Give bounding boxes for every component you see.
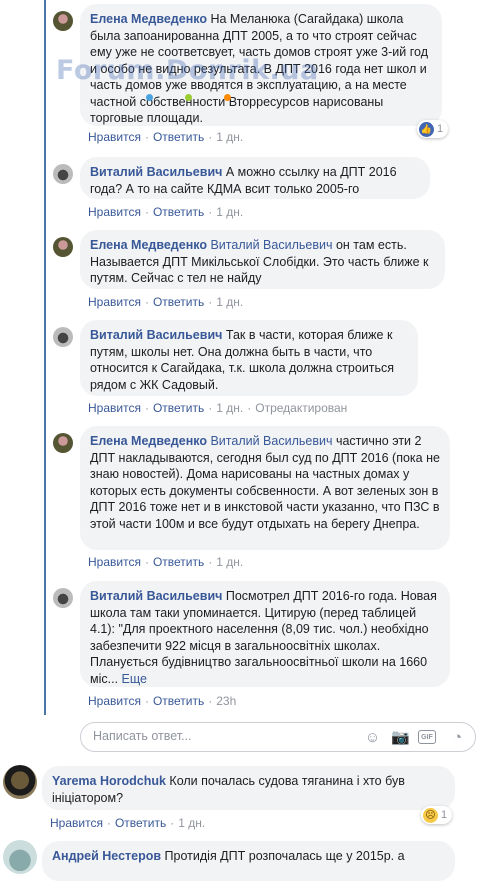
reply-link[interactable]: Ответить	[153, 555, 204, 569]
see-more-link[interactable]: Еще	[122, 672, 147, 686]
comment-text: На Меланюка (Сагайдака) школа была запоа…	[90, 12, 428, 125]
comment-bubble: Елена Медведенко Виталий Васильевич част…	[80, 426, 450, 550]
like-link[interactable]: Нравится	[88, 694, 141, 708]
comment-time[interactable]: 1 дн.	[216, 130, 243, 144]
avatar[interactable]	[3, 840, 37, 874]
comment-author[interactable]: Виталий Васильевич	[90, 328, 222, 342]
comment-mention[interactable]: Виталий Васильевич	[210, 238, 332, 252]
comment-time[interactable]: 1 дн.	[216, 401, 243, 415]
comment-bubble: Виталий Васильевич Так в части, которая …	[80, 320, 418, 396]
comment-author[interactable]: Елена Медведенко	[90, 434, 207, 448]
comment-bubble: Андрей Нестеров Протидія ДПТ розпочалась…	[42, 841, 455, 881]
reply-link[interactable]: Ответить	[115, 816, 166, 830]
avatar[interactable]	[53, 237, 73, 257]
comment-bubble: Елена Медведенко На Меланюка (Сагайдака)…	[80, 4, 442, 126]
gif-icon[interactable]: GIF	[418, 730, 436, 744]
sad-face-icon: ☹	[423, 807, 438, 823]
comment-actions: Нравится · Ответить · 1 дн.	[88, 555, 244, 569]
comment-author[interactable]: Елена Медведенко	[90, 12, 207, 26]
like-link[interactable]: Нравится	[88, 555, 141, 569]
reply-link[interactable]: Ответить	[153, 295, 204, 309]
like-link[interactable]: Нравится	[88, 205, 141, 219]
comment-actions: Нравится · Ответить · 1 дн.	[88, 295, 244, 309]
avatar[interactable]	[53, 433, 73, 453]
reaction-count[interactable]: 👍 1	[417, 120, 449, 138]
like-link[interactable]: Нравится	[88, 295, 141, 309]
avatar[interactable]	[53, 164, 73, 184]
comment-text: Протидія ДПТ розпочалась ще у 2015р. а	[164, 849, 405, 863]
like-link[interactable]: Нравится	[50, 816, 103, 830]
comment-mention[interactable]: Виталий Васильевич	[210, 434, 332, 448]
avatar[interactable]	[3, 765, 37, 799]
comment-actions: Нравится · Ответить · 1 дн.	[88, 205, 244, 219]
comment-time[interactable]: 1 дн.	[178, 816, 205, 830]
comment-text: частично эти 2 ДПТ накладываются, сегодн…	[90, 434, 440, 531]
like-link[interactable]: Нравится	[88, 130, 141, 144]
reply-input[interactable]	[91, 728, 345, 744]
comment-author[interactable]: Yarema Horodchuk	[52, 774, 166, 788]
reply-box[interactable]: ☺ 📷 GIF ◔	[80, 722, 476, 752]
comment-time[interactable]: 1 дн.	[216, 295, 243, 309]
comment-actions: Нравится · Ответить · 23h	[88, 694, 237, 708]
like-link[interactable]: Нравится	[88, 401, 141, 415]
comment-bubble: Виталий Васильевич А можно ссылку на ДПТ…	[80, 157, 430, 199]
comment-actions: Нравится · Ответить · 1 дн.	[88, 130, 244, 144]
comment-time[interactable]: 1 дн.	[216, 555, 243, 569]
comment-author[interactable]: Елена Медведенко	[90, 238, 207, 252]
comment-actions: Нравится · Ответить · 1 дн.	[50, 816, 206, 830]
reply-link[interactable]: Ответить	[153, 130, 204, 144]
avatar[interactable]	[53, 11, 73, 31]
watermark-dots	[146, 90, 263, 104]
emoji-icon[interactable]: ☺	[364, 729, 381, 746]
comment-actions: Нравится · Ответить · 1 дн. · Отредактирован	[88, 401, 348, 415]
reply-link[interactable]: Ответить	[153, 205, 204, 219]
reply-link[interactable]: Ответить	[153, 694, 204, 708]
like-icon: 👍	[419, 121, 434, 137]
avatar[interactable]	[53, 327, 73, 347]
comment-bubble: Yarema Horodchuk Коли почалась судова тя…	[42, 766, 455, 810]
comment-author[interactable]: Виталий Васильевич	[90, 589, 222, 603]
edited-label[interactable]: Отредактирован	[255, 401, 347, 415]
comment-author[interactable]: Андрей Нестеров	[52, 849, 161, 863]
comment-time[interactable]: 1 дн.	[216, 205, 243, 219]
reply-link[interactable]: Ответить	[153, 401, 204, 415]
comment-author[interactable]: Виталий Васильевич	[90, 165, 222, 179]
sticker-icon[interactable]: ◔	[449, 729, 466, 746]
comment-bubble: Елена Медведенко Виталий Васильевич он т…	[80, 230, 445, 289]
camera-icon[interactable]: 📷	[391, 729, 410, 746]
comment-bubble: Виталий Васильевич Посмотрел ДПТ 2016-го…	[80, 581, 450, 687]
avatar[interactable]	[53, 588, 73, 608]
comment-time[interactable]: 23h	[216, 694, 236, 708]
reaction-count[interactable]: ☹ 1	[421, 806, 453, 824]
thread-line	[44, 0, 46, 715]
